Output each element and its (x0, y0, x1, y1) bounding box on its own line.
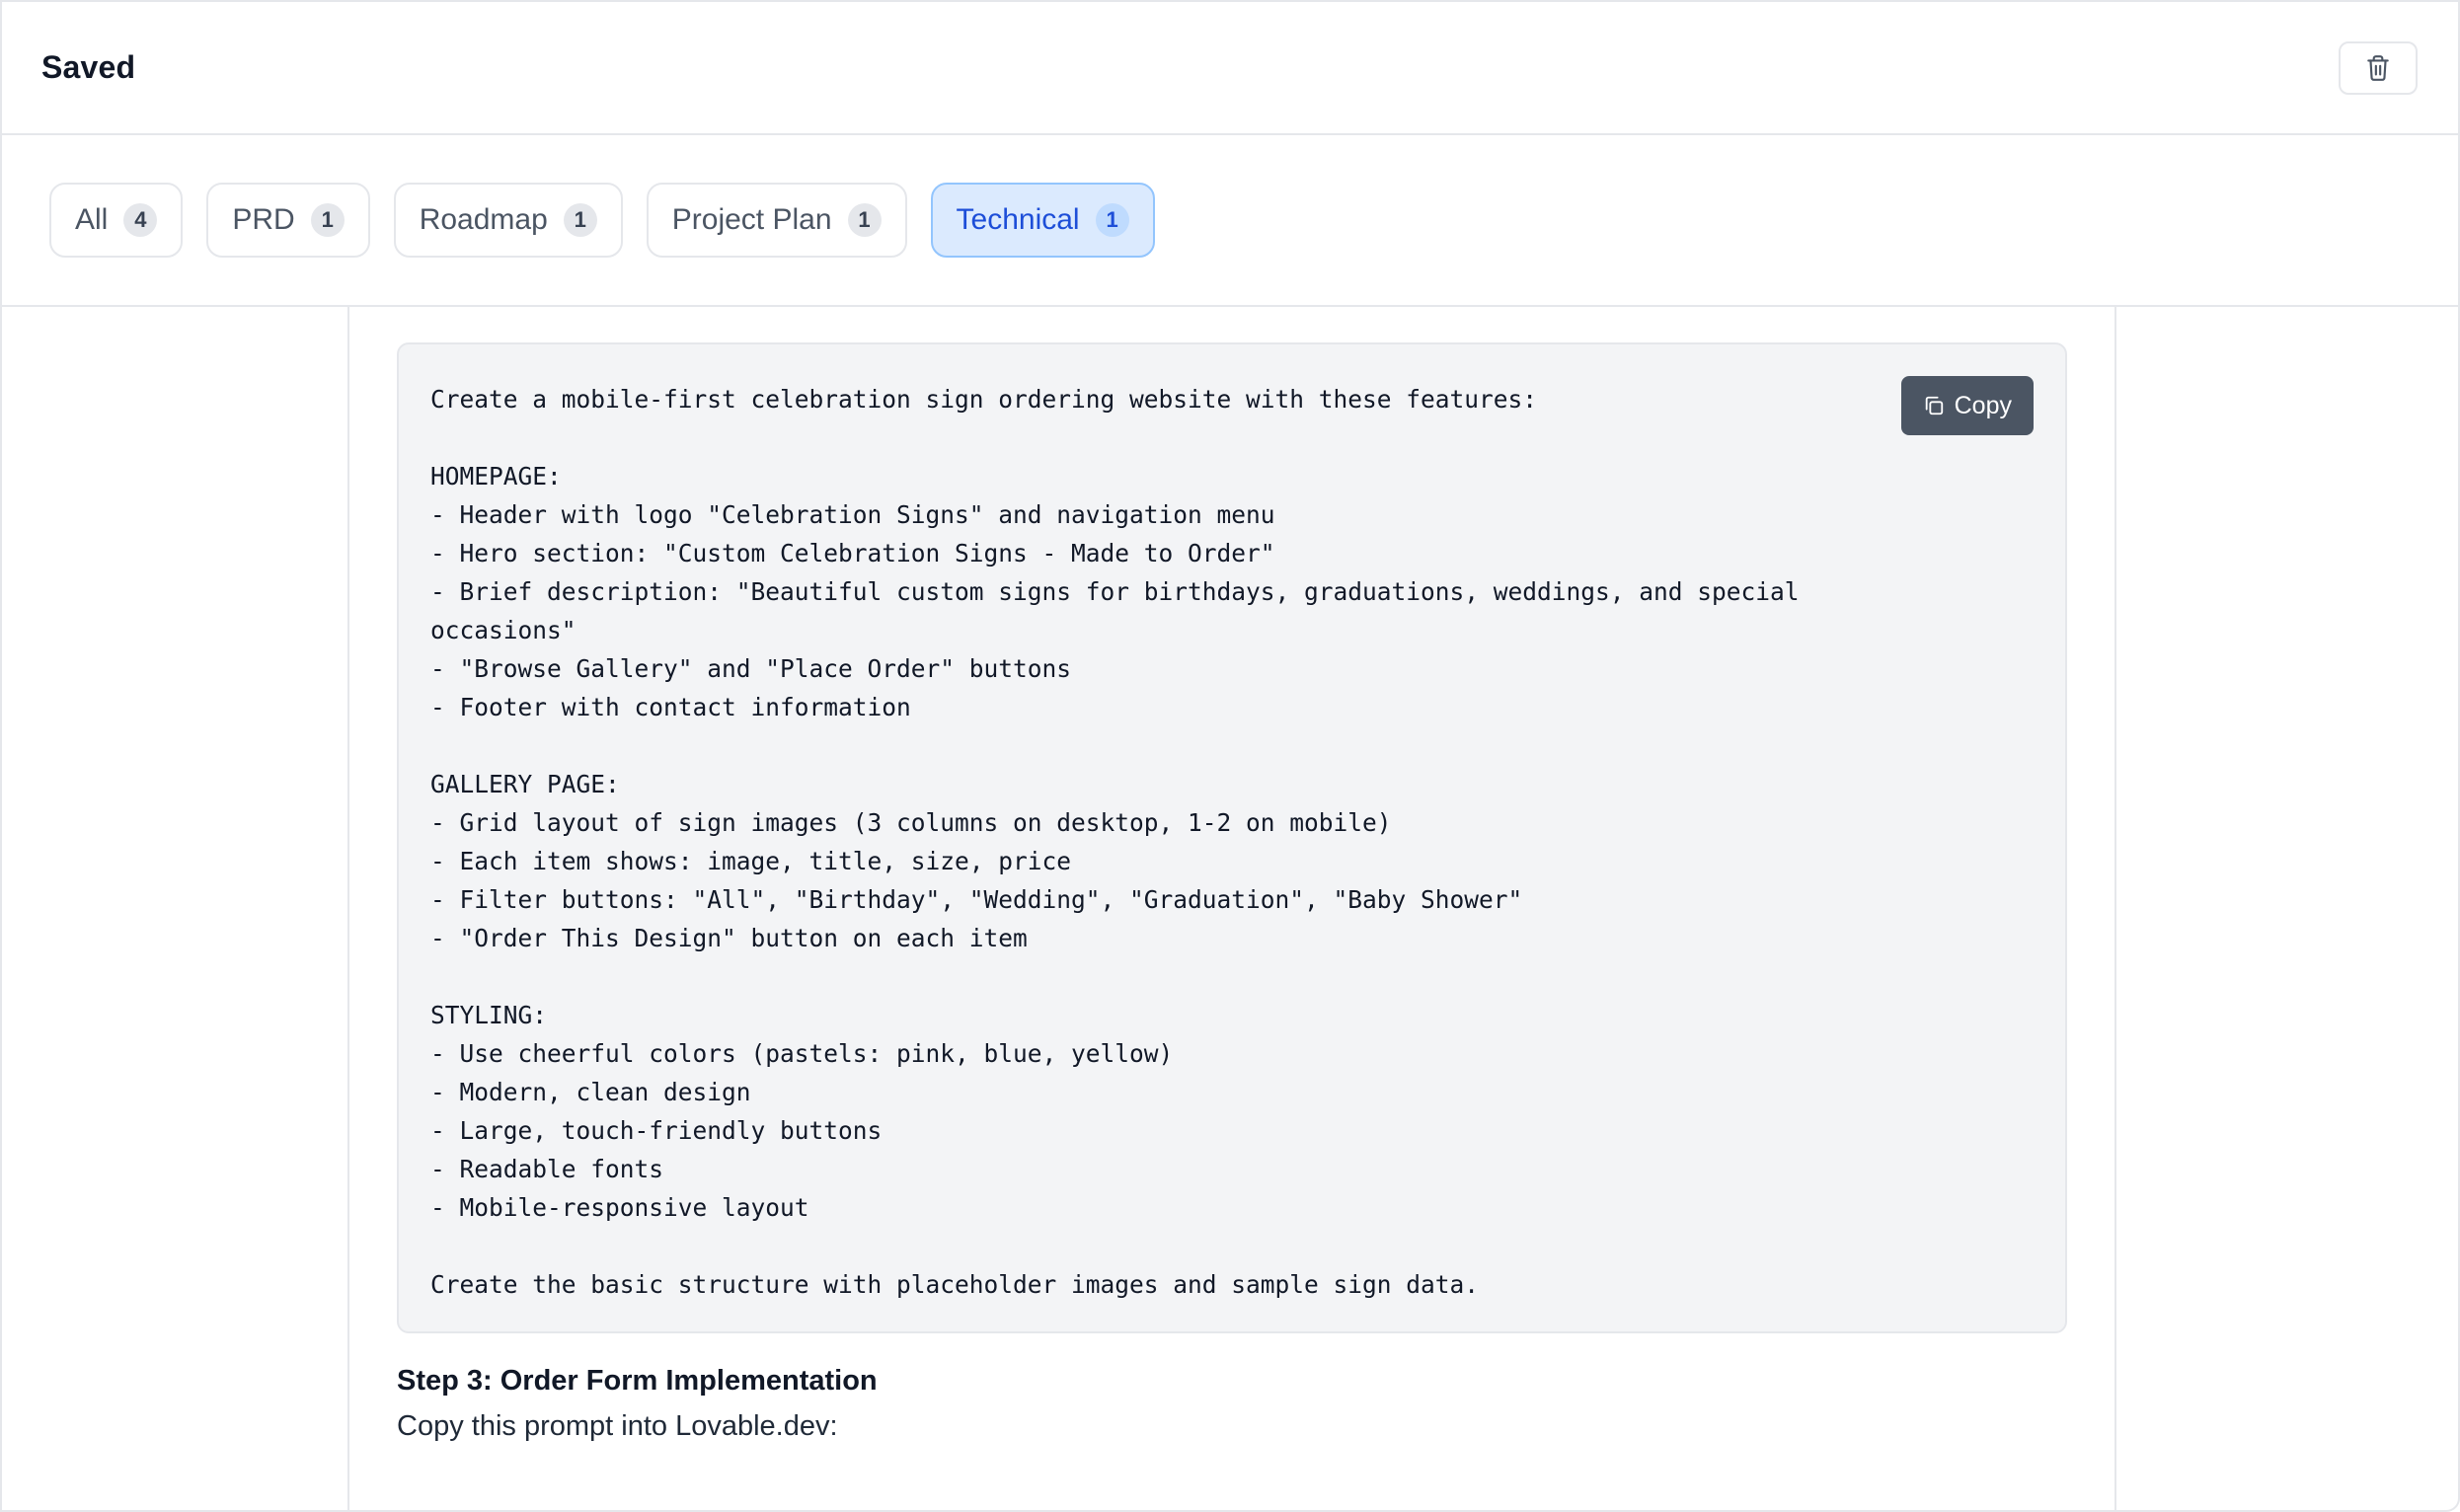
prompt-code-block: Create a mobile-first celebration sign o… (397, 342, 2067, 1333)
delete-all-button[interactable] (2339, 40, 2418, 95)
category-tabs: All 4 PRD 1 Roadmap 1 Project Plan 1 Tec… (2, 135, 2458, 307)
document-content: Create a mobile-first celebration sign o… (347, 307, 2116, 1510)
tab-label: Project Plan (671, 203, 832, 236)
tab-all[interactable]: All 4 (49, 183, 184, 258)
tab-label: Roadmap (419, 203, 548, 236)
step-description: Copy this prompt into Lovable.dev: (397, 1410, 838, 1442)
tab-roadmap[interactable]: Roadmap 1 (393, 183, 623, 258)
tab-prd[interactable]: PRD 1 (206, 183, 370, 258)
tab-label: PRD (232, 203, 295, 236)
tab-label: Technical (956, 203, 1080, 236)
tab-label: All (75, 203, 109, 236)
tab-count-badge: 4 (123, 203, 158, 237)
saved-panel: Saved All 4 PRD 1 Roadmap 1 Project Plan (0, 0, 2460, 1512)
prompt-text: Create a mobile-first celebration sign o… (430, 385, 1800, 1299)
tab-count-badge: 1 (1095, 203, 1129, 237)
tab-count-badge: 1 (310, 203, 345, 237)
panel-header: Saved (2, 2, 2458, 135)
tab-project-plan[interactable]: Project Plan 1 (646, 183, 907, 258)
tab-count-badge: 1 (847, 203, 882, 237)
tab-technical[interactable]: Technical 1 (930, 183, 1155, 258)
tab-count-badge: 1 (563, 203, 597, 237)
page-title: Saved (41, 49, 136, 85)
trash-icon (2367, 54, 2389, 81)
copy-button[interactable]: Copy (1900, 376, 2034, 435)
copy-button-label: Copy (1954, 391, 2012, 419)
step-heading: Step 3: Order Form Implementation (397, 1365, 878, 1397)
copy-icon (1925, 396, 1943, 416)
